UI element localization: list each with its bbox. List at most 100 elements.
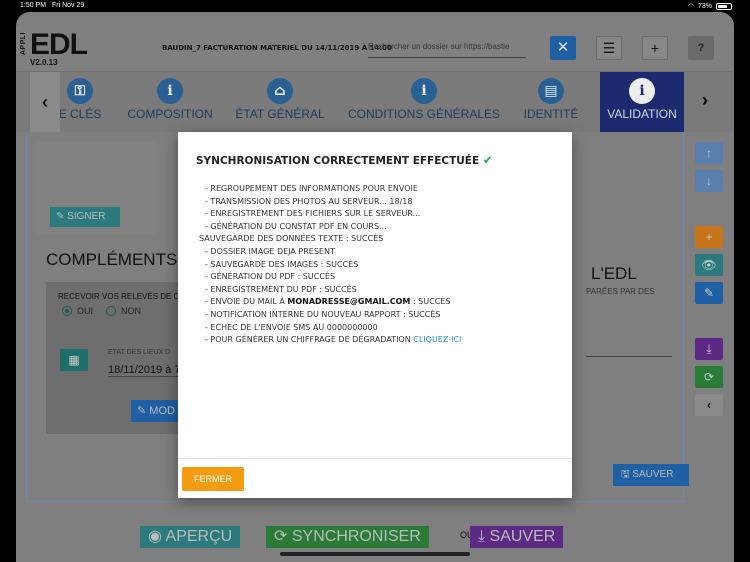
section-title: COMPLÉMENTS [46,250,178,269]
app-header: APPLI EDL V2.0.13 BAUDIN_7 FACTURATION M… [16,26,734,72]
log-line: - GÉNÉRATION DU PDF : SUCCÈS [205,272,336,282]
save-button[interactable]: ⤓ SAUVER [470,526,564,548]
eye-icon: ◉ [148,528,166,545]
check-icon: ✔ [482,153,493,167]
battery-percent: 73% [697,2,712,10]
plus-icon: + [705,230,713,244]
link-prefix: - POUR GÉNÉRER UN CHIFFRAGE DE DÉGRADATI… [205,335,414,345]
status-right: ◠ 73% [688,2,732,10]
app-logo: EDL [30,28,88,61]
tabs-next-button[interactable]: › [702,90,708,111]
radio-unselected-icon [106,306,116,316]
plus-icon: + [650,40,660,56]
log-line: - GÉNÉRATION DU CONSTAT PDF EN COURS... [205,221,387,231]
log-line: - DOSSIER IMAGE DEJA PRESENT [205,246,335,256]
save-small-button[interactable]: 🖫 SAUVER [613,464,689,486]
collapse-sidebar-button[interactable]: ‹ [695,394,723,416]
file-title: BAUDIN_7 FACTURATION MATERIEL DU 14/11/2… [162,44,392,52]
radio-no-label: NON [121,306,141,316]
document-icon: ▤ [538,78,564,104]
close-dialog-button[interactable]: FERMER [182,467,244,491]
sign-button[interactable]: ✎ SIGNER [50,207,120,227]
tab-label: IDENTITÉ [523,107,579,121]
right-input-line [586,356,672,357]
damage-estimate-link[interactable]: CLIQUEZ-ICI [413,335,461,344]
tab-identite[interactable]: ▤ IDENTITÉ [516,72,586,132]
log-line: - ENREGISTREMENT DU PDF : SUCCÈS [205,284,357,294]
radio-no[interactable]: NON [106,306,141,316]
download-button[interactable]: ⤓ [695,338,723,360]
etat-date-field[interactable]: 18/11/2019 à 7 [108,364,188,377]
calendar-button[interactable]: ▦ [60,349,88,371]
tab-label: CONDITIONS GÉNÉRALES [347,107,501,121]
help-icon: ? [697,42,705,54]
home-icon: ⌂ [267,78,293,104]
sync-icon: ⟳ [274,528,292,545]
edit-icon: ✎ [137,405,150,417]
dialog-title-text: SYNCHRONISATION CORRECTEMENT EFFECTUÉE [196,155,480,167]
sign-label: SIGNER [67,211,106,222]
save-label: SAUVER [489,528,556,545]
tab-validation[interactable]: i VALIDATION [600,72,684,132]
preview-button[interactable]: ◉ APERÇU [140,526,241,548]
mail-suffix: : SUCCÈS [410,297,451,307]
tab-label: E CLÉS [58,107,102,121]
chevron-left-icon: ‹ [42,92,48,112]
add-item-button[interactable]: + [695,226,723,248]
search-input[interactable] [368,36,526,58]
calendar-icon: ▦ [68,353,80,367]
eye-icon: 👁 [701,258,717,272]
preview-label: APERÇU [165,528,233,545]
tab-etat-general[interactable]: ⌂ ÉTAT GÉNÉRAL [230,72,330,132]
tab-conditions-generales[interactable]: i CONDITIONS GÉNÉRALES [346,72,502,132]
dialog-title: SYNCHRONISATION CORRECTEMENT EFFECTUÉE ✔ [196,153,493,167]
radio-selected-icon [62,306,72,316]
chevron-right-icon: › [702,90,708,110]
arrow-up-icon: ↑ [706,146,712,160]
download-icon: ⤓ [706,342,712,356]
tab-bar: ⚿ E CLÉS i COMPOSITION ⌂ ÉTAT GÉNÉRAL i … [16,72,734,132]
key-icon: ⚿ [67,78,93,104]
menu-icon: ☰ [602,40,616,56]
save-small-label: SAUVER [632,469,674,480]
log-line: - REGROUPEMENT DES INFORMATIONS POUR ENV… [205,184,418,193]
sync-button[interactable]: ⟳ [695,366,723,388]
view-button[interactable]: 👁 [695,254,723,276]
sync-log: - REGROUPEMENT DES INFORMATIONS POUR ENV… [199,183,461,347]
etat-label: ETAT DES LIEUX D [108,349,171,356]
info-icon: i [411,78,437,104]
edit-button[interactable]: ✎ [695,282,723,304]
sync-result-dialog: SYNCHRONISATION CORRECTEMENT EFFECTUÉE ✔… [178,132,572,498]
menu-button[interactable]: ☰ [596,36,622,60]
add-button[interactable]: + [642,36,668,60]
tabs-prev-button[interactable]: ‹ [30,72,60,132]
arrow-down-icon: ↓ [706,174,712,188]
move-up-button[interactable]: ↑ [695,142,723,164]
move-down-button[interactable]: ↓ [695,170,723,192]
synchronize-button[interactable]: ⟳ SYNCHRONISER [266,526,429,548]
home-indicator[interactable] [280,552,470,556]
tab-label: ÉTAT GÉNÉRAL [235,107,325,121]
log-line: - ENREGISTREMENT DES FICHIERS SUR LE SER… [205,209,421,219]
close-icon: ✕ [556,39,570,56]
save-icon: 🖫 [621,469,633,480]
clear-search-button[interactable]: ✕ [550,36,576,60]
radio-yes[interactable]: OUI [62,306,93,316]
tab-label: COMPOSITION [127,107,213,121]
wifi-icon: ◠ [687,3,694,10]
sync-icon: ⟳ [703,370,715,384]
info-icon: i [629,78,655,104]
email-address: MONADRESSE@GMAIL.COM [287,297,411,307]
battery-icon [716,2,732,10]
help-button[interactable]: ? [688,36,714,60]
log-line-link: - POUR GÉNÉRER UN CHIFFRAGE DE DÉGRADATI… [205,334,461,347]
log-line: SAUVEGARDE DES DONNÉES TEXTE : SUCCÈS [199,234,384,244]
download-icon: ⤓ [478,528,490,545]
tab-label: VALIDATION [607,107,677,121]
radio-yes-label: OUI [77,306,94,316]
log-line: - NOTIFICATION INTERNE DU NOUVEAU RAPPOR… [205,309,441,319]
edit-icon: ✎ [703,286,715,300]
log-line-mail: - ENVOIE DU MAIL À MONADRESSE@GMAIL.COM … [205,296,461,309]
tab-composition[interactable]: i COMPOSITION [120,72,220,132]
synchronize-label: SYNCHRONISER [291,528,421,545]
